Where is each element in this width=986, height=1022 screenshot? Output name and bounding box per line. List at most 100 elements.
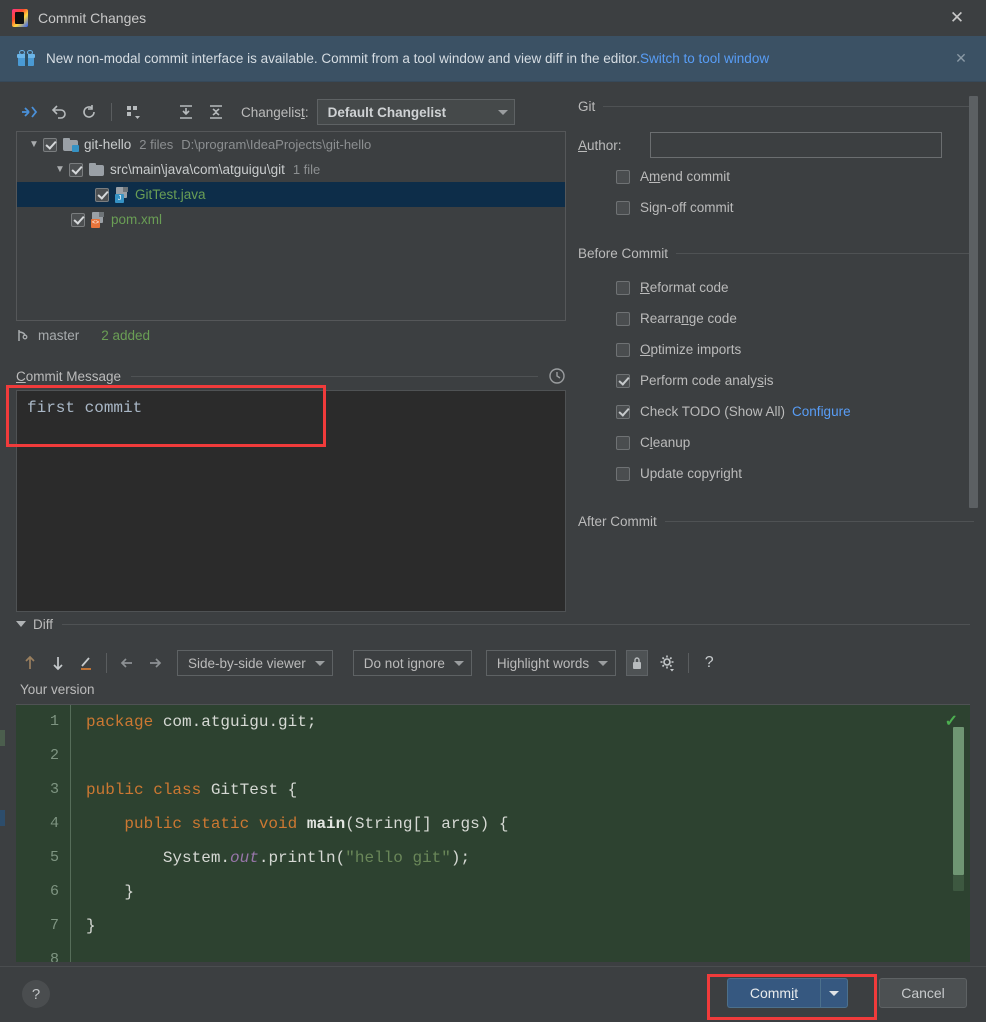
- perform-code-analysis-label: Perform code analysis: [640, 373, 774, 388]
- check-todo-checkbox[interactable]: [616, 404, 630, 419]
- author-field[interactable]: [650, 132, 942, 158]
- code-scrollbar-thumb[interactable]: [953, 727, 964, 875]
- expand-chevron-icon[interactable]: ▼: [25, 139, 43, 150]
- code-token: }: [86, 917, 96, 935]
- options-scrollbar[interactable]: [969, 96, 978, 612]
- commit-message-header: Commit Message: [16, 366, 566, 386]
- code-line: package com.atguigu.git;: [86, 705, 944, 739]
- perform-code-analysis-checkbox-row[interactable]: Perform code analysis: [616, 368, 978, 393]
- code-token: (String[] args) {: [345, 815, 509, 833]
- rearrange-code-checkbox-row[interactable]: Rearrange code: [616, 306, 978, 331]
- optimize-imports-checkbox[interactable]: [616, 342, 630, 357]
- move-to-changelist-icon[interactable]: [14, 98, 44, 126]
- notification-message: New non-modal commit interface is availa…: [46, 51, 641, 66]
- apply-right-icon[interactable]: [141, 649, 169, 677]
- code-token: "hello git": [345, 849, 451, 867]
- tree-checkbox[interactable]: [69, 162, 83, 177]
- changed-files-tree[interactable]: ▼ git-hello 2 files D:\program\IdeaProje…: [16, 131, 566, 321]
- ignore-mode-dropdown[interactable]: Do not ignore: [352, 650, 472, 676]
- close-icon[interactable]: ✕: [946, 8, 968, 28]
- expand-chevron-icon[interactable]: ▼: [51, 164, 69, 175]
- collapse-diff-icon[interactable]: [16, 621, 26, 627]
- tree-checkbox[interactable]: [43, 137, 57, 152]
- tree-node-meta: 1 file: [292, 162, 321, 177]
- update-copyright-checkbox-row[interactable]: Update copyright: [616, 461, 978, 486]
- reformat-code-checkbox[interactable]: [616, 280, 630, 295]
- history-clock-icon[interactable]: [548, 367, 566, 385]
- tree-node-meta: 2 files: [139, 137, 174, 152]
- apply-left-icon[interactable]: [113, 649, 141, 677]
- line-number: 8: [49, 951, 59, 962]
- commit-button[interactable]: Comm i t: [727, 978, 820, 1008]
- lock-icon[interactable]: [626, 650, 649, 676]
- tree-node-label: git-hello: [84, 137, 132, 152]
- divider: [676, 252, 974, 254]
- switch-to-tool-window-link[interactable]: Switch to tool window: [640, 51, 769, 66]
- next-difference-icon[interactable]: [44, 649, 72, 677]
- help-button[interactable]: ?: [22, 980, 50, 1008]
- folder-icon: [89, 163, 104, 176]
- tree-node-label: src\main\java\com\atguigu\git: [110, 162, 285, 177]
- code-scrollbar-track-marker: [953, 875, 964, 891]
- line-number: 1: [49, 713, 59, 730]
- amend-commit-checkbox[interactable]: [616, 169, 630, 184]
- code-line: System.out.println("hello git");: [86, 841, 944, 875]
- notification-bar: New non-modal commit interface is availa…: [0, 36, 986, 82]
- sign-off-commit-checkbox[interactable]: [616, 200, 630, 215]
- chevron-down-icon: [598, 660, 609, 666]
- configure-todo-link[interactable]: Configure: [792, 404, 851, 419]
- after-commit-group-title: After Commit: [578, 513, 657, 529]
- previous-difference-icon[interactable]: [16, 649, 44, 677]
- help-icon[interactable]: ?: [695, 649, 723, 677]
- reformat-code-checkbox-row[interactable]: Reformat code: [616, 275, 978, 300]
- gear-icon[interactable]: [654, 649, 682, 677]
- perform-code-analysis-checkbox[interactable]: [616, 373, 630, 388]
- diff-code-viewer[interactable]: 1 2 3 4 5 6 7 8 package com.atguigu.git;…: [16, 704, 970, 962]
- chevron-down-icon: [314, 660, 325, 666]
- commit-message-label: Commit Message: [16, 368, 122, 384]
- sign-off-commit-checkbox-row[interactable]: Sign-off commit: [616, 195, 978, 220]
- diff-edge-marker-info: [0, 810, 5, 826]
- amend-commit-label: Amend commit: [640, 169, 731, 184]
- scrollbar-thumb[interactable]: [969, 96, 978, 508]
- commit-changes-dialog: Commit Changes ✕ New non-modal commit in…: [0, 0, 986, 1022]
- check-todo-checkbox-row[interactable]: Check TODO (Show All) Configure: [616, 399, 978, 424]
- code-content[interactable]: package com.atguigu.git; public class Gi…: [86, 705, 944, 962]
- expand-all-icon[interactable]: [171, 98, 201, 126]
- rollback-icon[interactable]: [44, 98, 74, 126]
- notification-close-icon[interactable]: ✕: [953, 50, 969, 66]
- collapse-all-icon[interactable]: [201, 98, 231, 126]
- code-line: public class GitTest {: [86, 773, 944, 807]
- tree-row[interactable]: J GitTest.java: [17, 182, 565, 207]
- changelist-dropdown[interactable]: Default Changelist: [316, 99, 515, 125]
- tree-row[interactable]: ▼ git-hello 2 files D:\program\IdeaProje…: [17, 132, 565, 157]
- cancel-button[interactable]: Cancel: [879, 978, 967, 1008]
- xml-file-icon: <>: [91, 212, 105, 228]
- tree-row[interactable]: <> pom.xml: [17, 207, 565, 232]
- refresh-icon[interactable]: [74, 98, 104, 126]
- viewer-mode-dropdown[interactable]: Side-by-side viewer: [177, 650, 333, 676]
- commit-button-group: Comm i t: [727, 978, 848, 1008]
- amend-commit-checkbox-row[interactable]: Amend commit: [616, 164, 978, 189]
- code-token: GitTest {: [210, 781, 298, 799]
- group-by-icon[interactable]: [119, 98, 149, 126]
- branch-name: master: [38, 327, 80, 343]
- update-copyright-checkbox[interactable]: [616, 466, 630, 481]
- code-token: package: [86, 713, 154, 731]
- tree-node-label: pom.xml: [111, 212, 163, 227]
- tree-checkbox[interactable]: [95, 187, 109, 202]
- optimize-imports-checkbox-row[interactable]: Optimize imports: [616, 337, 978, 362]
- tree-row[interactable]: ▼ src\main\java\com\atguigu\git 1 file: [17, 157, 565, 182]
- cleanup-checkbox-row[interactable]: Cleanup: [616, 430, 978, 455]
- highlight-mode-dropdown[interactable]: Highlight words: [485, 650, 617, 676]
- code-token: .println(: [258, 849, 346, 867]
- code-line: }: [86, 875, 944, 909]
- commit-message-field[interactable]: first commit: [16, 390, 566, 612]
- rearrange-code-checkbox[interactable]: [616, 311, 630, 326]
- tree-checkbox[interactable]: [71, 212, 85, 227]
- added-count: 2 added: [101, 327, 151, 343]
- annotate-icon[interactable]: [72, 649, 100, 677]
- cleanup-checkbox[interactable]: [616, 435, 630, 450]
- commit-dropdown-button[interactable]: [820, 978, 848, 1008]
- update-copyright-label: Update copyright: [640, 466, 743, 481]
